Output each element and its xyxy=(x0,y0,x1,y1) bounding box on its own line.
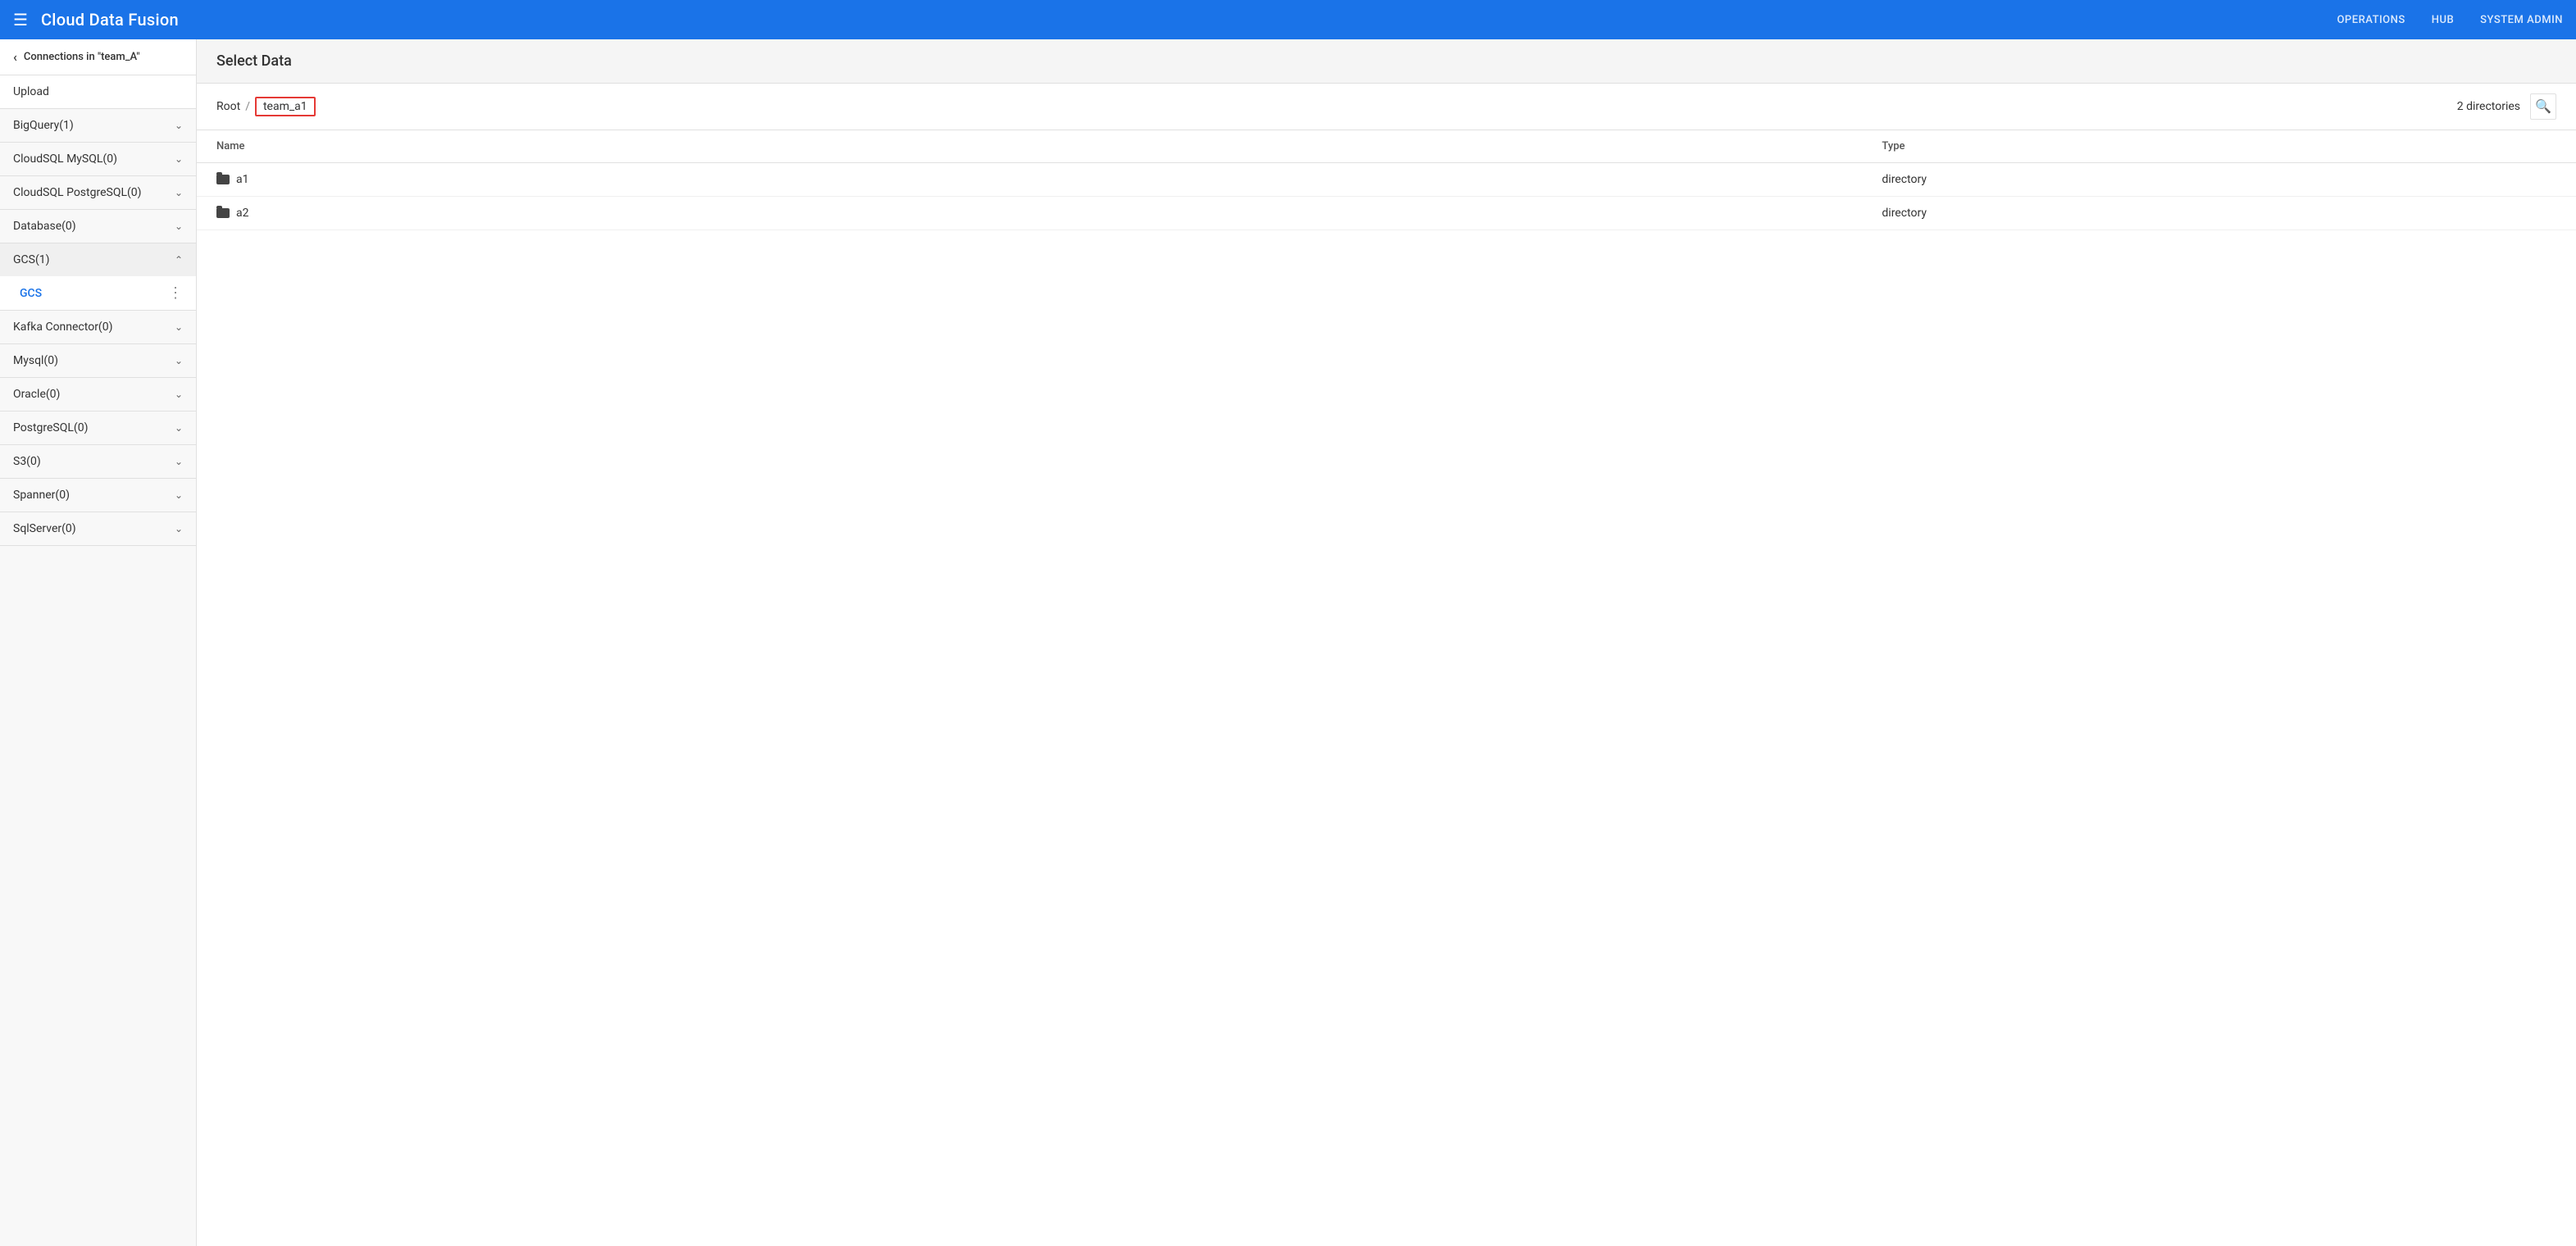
sidebar-section-header-sqlserver[interactable]: SqlServer(0) ⌄ xyxy=(0,512,196,545)
app-logo: Cloud Data Fusion xyxy=(41,10,2337,30)
search-icon: 🔍 xyxy=(2535,98,2551,115)
table-row[interactable]: a1 directory xyxy=(197,163,2576,197)
breadcrumb-current[interactable]: team_a1 xyxy=(255,97,316,116)
table-row[interactable]: a2 directory xyxy=(197,197,2576,230)
folder-icon xyxy=(216,175,230,184)
sidebar-section-database: Database(0) ⌄ xyxy=(0,210,196,243)
sidebar-section-postgresql: PostgreSQL(0) ⌄ xyxy=(0,412,196,445)
chevron-down-icon: ⌄ xyxy=(175,153,183,165)
table-cell-name-a1: a1 xyxy=(197,163,1862,197)
sidebar-section-header-bigquery[interactable]: BigQuery(1) ⌄ xyxy=(0,109,196,142)
nav-hub[interactable]: HUB xyxy=(2432,14,2454,26)
sidebar-section-cloudsql-mysql: CloudSQL MySQL(0) ⌄ xyxy=(0,143,196,176)
main-layout: ‹ Connections in "team_A" Upload BigQuer… xyxy=(0,39,2576,1246)
chevron-up-icon: ⌃ xyxy=(175,254,183,266)
sidebar-section-bigquery: BigQuery(1) ⌄ xyxy=(0,109,196,143)
select-data-header: Select Data xyxy=(197,39,2576,84)
col-header-name: Name xyxy=(197,130,1862,163)
main-content: Select Data Root / team_a1 2 directories… xyxy=(197,39,2576,1246)
chevron-down-icon: ⌄ xyxy=(175,355,183,366)
sidebar-section-oracle: Oracle(0) ⌄ xyxy=(0,378,196,412)
sidebar-section-header-database[interactable]: Database(0) ⌄ xyxy=(0,210,196,243)
nav-system-admin[interactable]: SYSTEM ADMIN xyxy=(2480,14,2563,26)
directories-count: 2 directories xyxy=(2457,100,2520,113)
table-cell-name-a2: a2 xyxy=(197,197,1862,230)
chevron-down-icon: ⌄ xyxy=(175,422,183,434)
chevron-down-icon: ⌄ xyxy=(175,120,183,131)
sidebar-section-label-sqlserver: SqlServer(0) xyxy=(13,522,76,535)
sidebar-section-header-oracle[interactable]: Oracle(0) ⌄ xyxy=(0,378,196,411)
table-cell-type-a1: directory xyxy=(1862,163,2576,197)
sidebar-section-header-gcs[interactable]: GCS(1) ⌃ xyxy=(0,243,196,276)
sidebar-section-label-kafka: Kafka Connector(0) xyxy=(13,321,112,334)
chevron-down-icon: ⌄ xyxy=(175,187,183,198)
sidebar-section-header-postgresql[interactable]: PostgreSQL(0) ⌄ xyxy=(0,412,196,444)
sidebar-section-label-postgresql: PostgreSQL(0) xyxy=(13,421,88,434)
breadcrumb-separator: / xyxy=(245,100,250,113)
sidebar-back-label: Connections in "team_A" xyxy=(24,51,140,63)
chevron-down-icon: ⌄ xyxy=(175,489,183,501)
sidebar-section-sqlserver: SqlServer(0) ⌄ xyxy=(0,512,196,546)
file-name-a1: a1 xyxy=(236,173,248,186)
search-button[interactable]: 🔍 xyxy=(2530,93,2556,120)
sidebar-section-label-s3: S3(0) xyxy=(13,455,41,468)
sidebar-section-s3: S3(0) ⌄ xyxy=(0,445,196,479)
sidebar-section-header-s3[interactable]: S3(0) ⌄ xyxy=(0,445,196,478)
chevron-down-icon: ⌄ xyxy=(175,456,183,467)
sidebar-section-label-oracle: Oracle(0) xyxy=(13,388,60,401)
sidebar-section-gcs: GCS(1) ⌃ GCS ⋮ xyxy=(0,243,196,311)
hamburger-icon[interactable]: ☰ xyxy=(13,10,28,30)
breadcrumb: Root / team_a1 xyxy=(216,97,316,116)
sidebar-section-label-cloudsql-mysql: CloudSQL MySQL(0) xyxy=(13,152,117,166)
sidebar-item-gcs[interactable]: GCS ⋮ xyxy=(0,276,196,310)
breadcrumb-right: 2 directories 🔍 xyxy=(2457,93,2556,120)
back-arrow-icon: ‹ xyxy=(13,49,17,65)
sidebar-section-header-kafka[interactable]: Kafka Connector(0) ⌄ xyxy=(0,311,196,343)
sidebar-back-button[interactable]: ‹ Connections in "team_A" xyxy=(0,39,196,75)
sidebar-section-label-bigquery: BigQuery(1) xyxy=(13,119,74,132)
sidebar-item-gcs-label: GCS xyxy=(20,287,42,300)
nav-links: OPERATIONS HUB SYSTEM ADMIN xyxy=(2337,14,2563,26)
top-nav: ☰ Cloud Data Fusion OPERATIONS HUB SYSTE… xyxy=(0,0,2576,39)
file-table: Name Type a1 directory xyxy=(197,130,2576,230)
breadcrumb-root[interactable]: Root xyxy=(216,100,240,113)
table-cell-type-a2: directory xyxy=(1862,197,2576,230)
sidebar-section-header-cloudsql-postgresql[interactable]: CloudSQL PostgreSQL(0) ⌄ xyxy=(0,176,196,209)
sidebar-section-label-spanner: Spanner(0) xyxy=(13,489,70,502)
sidebar-section-spanner: Spanner(0) ⌄ xyxy=(0,479,196,512)
sidebar-section-kafka: Kafka Connector(0) ⌄ xyxy=(0,311,196,344)
more-options-icon[interactable]: ⋮ xyxy=(168,284,183,302)
chevron-down-icon: ⌄ xyxy=(175,321,183,333)
folder-icon xyxy=(216,208,230,218)
file-name-a2: a2 xyxy=(236,207,248,220)
sidebar-section-header-mysql[interactable]: Mysql(0) ⌄ xyxy=(0,344,196,377)
sidebar-upload-button[interactable]: Upload xyxy=(0,75,196,109)
col-header-type: Type xyxy=(1862,130,2576,163)
sidebar-section-cloudsql-postgresql: CloudSQL PostgreSQL(0) ⌄ xyxy=(0,176,196,210)
sidebar-section-header-cloudsql-mysql[interactable]: CloudSQL MySQL(0) ⌄ xyxy=(0,143,196,175)
sidebar-section-header-spanner[interactable]: Spanner(0) ⌄ xyxy=(0,479,196,512)
sidebar-section-label-cloudsql-postgresql: CloudSQL PostgreSQL(0) xyxy=(13,186,142,199)
nav-operations[interactable]: OPERATIONS xyxy=(2337,14,2405,26)
sidebar-section-label-mysql: Mysql(0) xyxy=(13,354,58,367)
breadcrumb-bar: Root / team_a1 2 directories 🔍 xyxy=(197,84,2576,130)
sidebar-section-label-database: Database(0) xyxy=(13,220,76,233)
page-title: Select Data xyxy=(216,52,2556,70)
table-header-row: Name Type xyxy=(197,130,2576,163)
chevron-down-icon: ⌄ xyxy=(175,221,183,232)
sidebar-section-mysql: Mysql(0) ⌄ xyxy=(0,344,196,378)
sidebar: ‹ Connections in "team_A" Upload BigQuer… xyxy=(0,39,197,1246)
sidebar-section-label-gcs: GCS(1) xyxy=(13,253,50,266)
chevron-down-icon: ⌄ xyxy=(175,389,183,400)
chevron-down-icon: ⌄ xyxy=(175,523,183,534)
